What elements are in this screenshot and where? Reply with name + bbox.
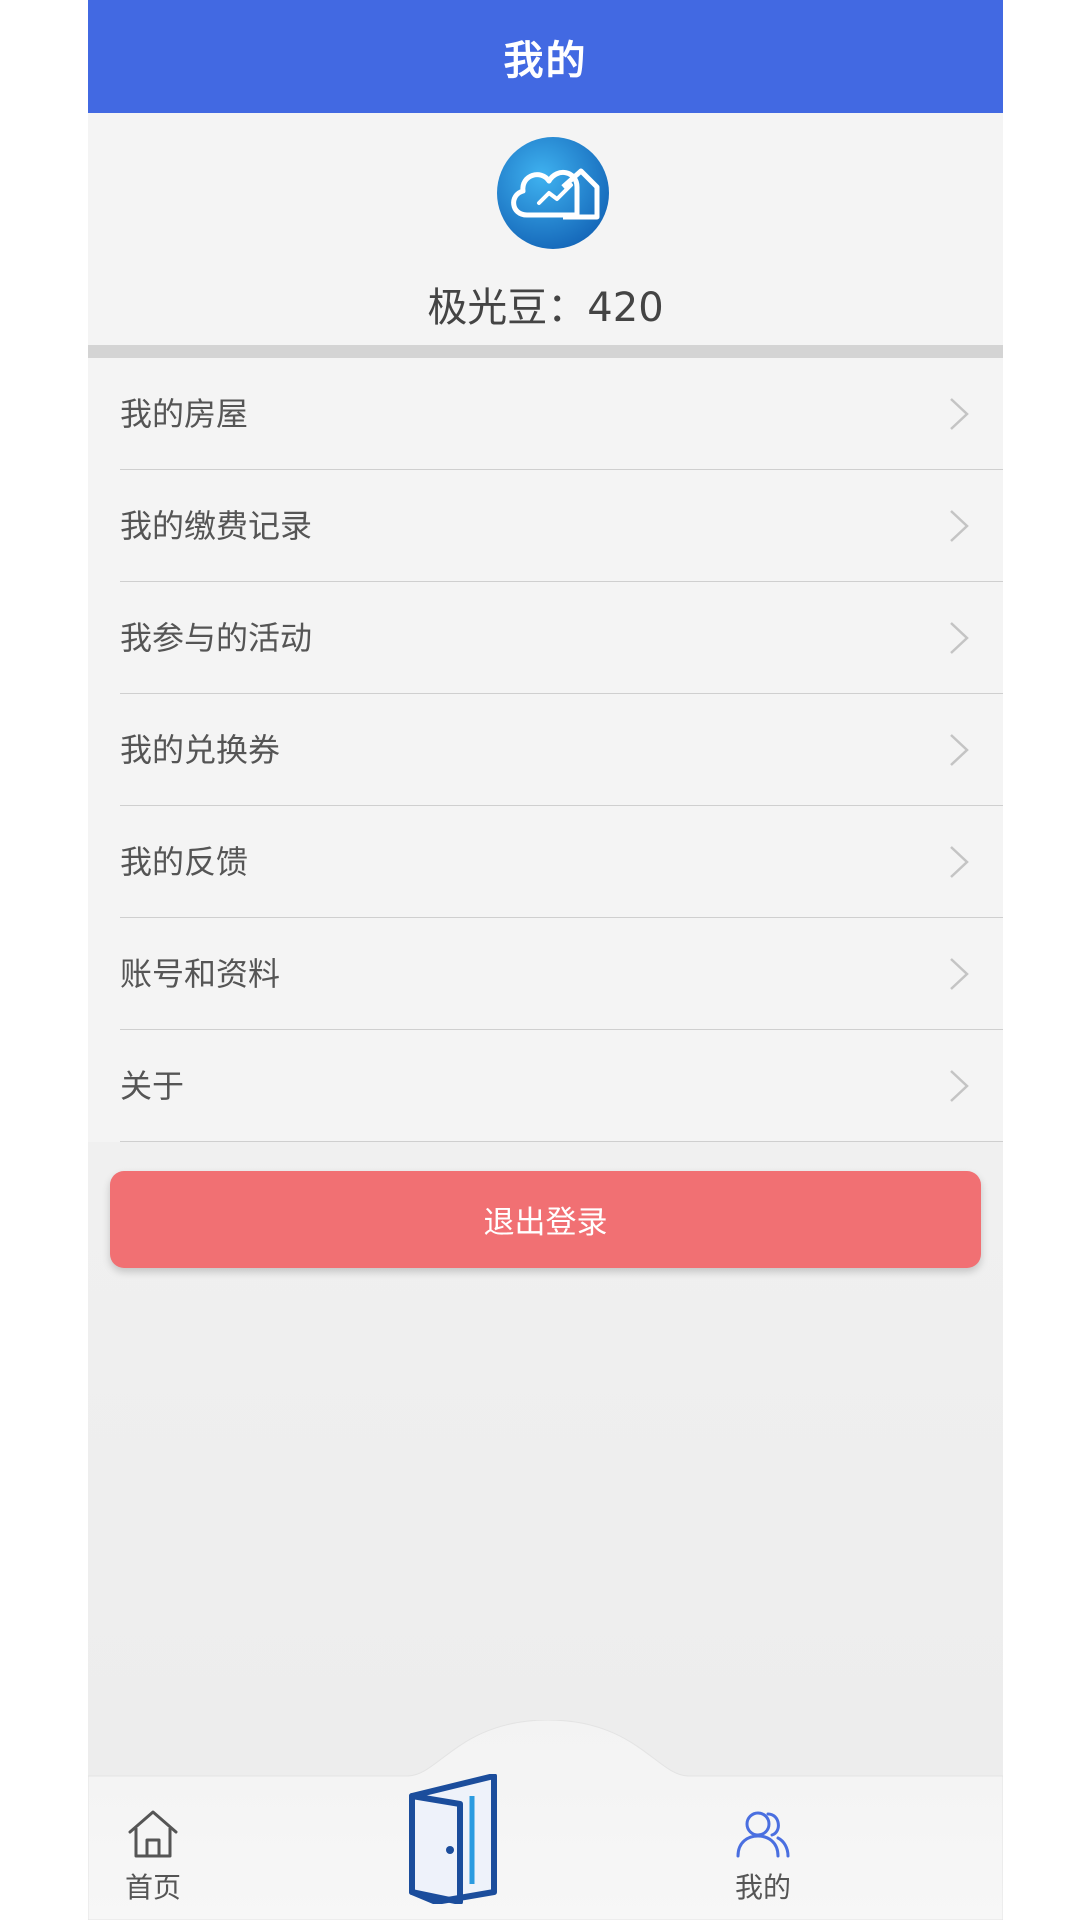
menu-item-label: 我的房屋 (120, 395, 249, 433)
menu-item-my-feedback[interactable]: 我的反馈 (88, 806, 1003, 918)
menu-item-my-vouchers[interactable]: 我的兑换券 (88, 694, 1003, 806)
menu-item-my-house[interactable]: 我的房屋 (88, 358, 1003, 470)
menu-item-label: 我的兑换券 (120, 731, 281, 769)
chevron-right-icon (950, 958, 969, 990)
menu-item-my-activities[interactable]: 我参与的活动 (88, 582, 1003, 694)
app-screen: 我的 极光豆：420 我的房屋 我的缴费记录 我参与的活动 我的兑换券 我的反馈… (88, 0, 1003, 1920)
cloud-house-logo-icon[interactable] (497, 137, 609, 249)
chevron-right-icon (950, 734, 969, 766)
menu-item-about[interactable]: 关于 (88, 1030, 1003, 1142)
chevron-right-icon (950, 398, 969, 430)
chevron-right-icon (950, 846, 969, 878)
chevron-right-icon (950, 510, 969, 542)
menu-item-account-profile[interactable]: 账号和资料 (88, 918, 1003, 1030)
menu-item-label: 关于 (120, 1067, 185, 1105)
menu-item-payment-records[interactable]: 我的缴费记录 (88, 470, 1003, 582)
door-icon[interactable] (402, 1774, 512, 1904)
tab-label: 我的 (734, 1871, 791, 1904)
tab-label: 首页 (124, 1871, 181, 1904)
logout-button[interactable]: 退出登录 (110, 1171, 981, 1268)
chevron-right-icon (950, 1070, 969, 1102)
users-icon (736, 1811, 790, 1858)
page-title: 我的 (503, 37, 588, 84)
header-bar: 我的 (88, 0, 1003, 113)
points-balance: 极光豆：420 (427, 285, 664, 331)
section-divider (88, 345, 1003, 358)
chevron-right-icon (950, 622, 969, 654)
profile-section: 极光豆：420 (88, 113, 1003, 345)
menu-item-label: 我的反馈 (120, 843, 249, 881)
menu-item-label: 我参与的活动 (120, 619, 313, 657)
menu-list: 我的房屋 我的缴费记录 我参与的活动 我的兑换券 我的反馈 账号和资料 关于 (88, 358, 1003, 1142)
home-icon (128, 1810, 178, 1858)
menu-item-label: 我的缴费记录 (120, 507, 313, 545)
menu-item-label: 账号和资料 (120, 955, 281, 993)
